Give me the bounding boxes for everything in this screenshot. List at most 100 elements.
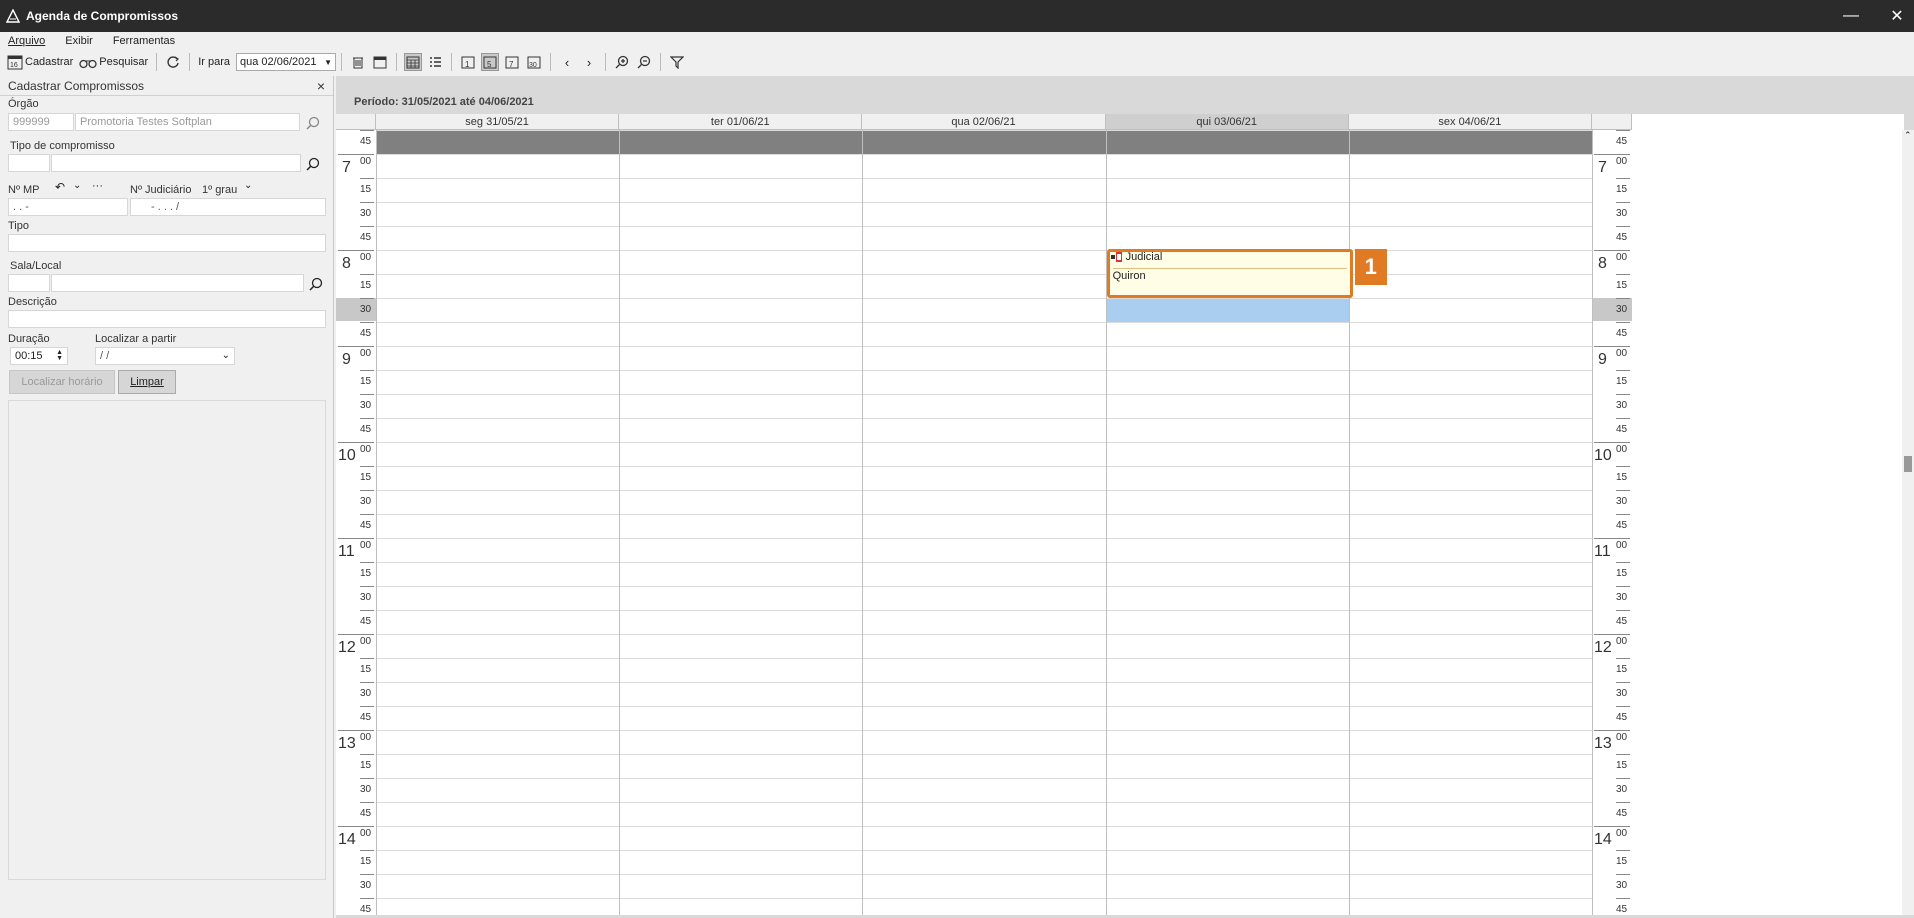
refresh-button[interactable] [164, 53, 182, 71]
undo-icon[interactable]: ↶ [55, 180, 65, 194]
search-icon[interactable] [309, 277, 323, 291]
day-header[interactable]: seg 31/05/21 [376, 114, 620, 130]
tipo-compromisso-code-field[interactable] [8, 154, 50, 172]
annotation-badge: 1 [1354, 249, 1387, 285]
spin-icon[interactable]: ▲ ▼ [56, 349, 63, 362]
time-slot-label: 45 [1592, 226, 1632, 250]
time-slot-label: 15 [336, 466, 376, 490]
chevron-up-icon[interactable]: ⌃ [1904, 130, 1912, 141]
workweek-calendar-icon: 5 [483, 56, 497, 69]
trash-button[interactable] [349, 53, 367, 71]
slot-line [376, 802, 1592, 803]
tipo-field[interactable] [8, 234, 326, 252]
filter-button[interactable] [668, 53, 686, 71]
chevron-down-icon[interactable]: ⌄ [244, 180, 252, 191]
search-icon[interactable] [306, 157, 320, 171]
previous-button[interactable]: ‹ [558, 53, 576, 71]
minute-separator [1616, 754, 1630, 755]
localizar-partir-field[interactable]: / / ⌄ [95, 347, 235, 365]
svg-text:16: 16 [10, 62, 18, 69]
minute-label: 00 [1616, 348, 1628, 359]
time-slot-label: 12 00 [1592, 634, 1632, 658]
descricao-field[interactable] [8, 310, 326, 328]
slot-line [376, 874, 1592, 875]
zoom-out-button[interactable] [635, 53, 653, 71]
chevron-down-icon[interactable]: ⌄ [222, 350, 230, 362]
day-view-button[interactable]: 1 [459, 53, 477, 71]
limpar-button[interactable]: Limpar [118, 370, 176, 394]
minute-label: 15 [360, 664, 372, 675]
search-icon[interactable] [306, 116, 320, 130]
minimize-button[interactable]: — [1828, 0, 1874, 32]
orgao-name-field[interactable]: Promotoria Testes Softplan [75, 113, 300, 131]
minute-label: 45 [1616, 904, 1628, 915]
workweek-view-button[interactable]: 5 [481, 53, 500, 71]
njudiciario-field[interactable]: - . . . / [130, 198, 326, 216]
hour-separator [338, 826, 374, 827]
hour-label: 10 [338, 447, 356, 464]
month-grid-view-button[interactable] [404, 53, 423, 71]
minute-label: 15 [360, 376, 372, 387]
slot-line [376, 562, 1592, 563]
minute-separator [360, 370, 374, 371]
chevron-down-icon[interactable]: ⌄ [73, 180, 81, 191]
pesquisar-button[interactable]: Pesquisar [76, 52, 151, 72]
slot-line [376, 754, 1592, 755]
day-header[interactable]: sex 04/06/21 [1348, 114, 1592, 130]
more-icon[interactable]: ··· [92, 180, 103, 192]
time-slot-label: 30 [1592, 586, 1632, 610]
minute-label: 30 [360, 400, 372, 411]
calendar-view-button[interactable] [371, 53, 389, 71]
day-header[interactable]: qua 02/06/21 [862, 114, 1106, 130]
month-view-button[interactable]: 30 [525, 53, 543, 71]
panel-close-icon[interactable]: × [317, 78, 325, 94]
cadastrar-button[interactable]: 16 Cadastrar [4, 52, 76, 72]
menu-ferramentas[interactable]: Ferramentas [109, 35, 179, 47]
day-header[interactable]: ter 01/06/21 [619, 114, 863, 130]
date-picker[interactable]: qua 02/06/2021 ▼ [236, 53, 337, 71]
minute-separator [360, 298, 374, 299]
close-window-button[interactable]: ✕ [1874, 0, 1914, 32]
ir-para-label: Ir para [198, 56, 231, 68]
localizar-horario-button[interactable]: Localizar horário [9, 370, 115, 394]
scrollbar-thumb[interactable] [1904, 456, 1912, 472]
minute-separator [1616, 514, 1630, 515]
minute-label: 15 [1616, 184, 1628, 195]
sala-field[interactable] [51, 274, 304, 292]
minute-label: 00 [1616, 732, 1628, 743]
minute-label: 00 [360, 636, 372, 647]
column-line [1592, 130, 1593, 915]
zoom-in-button[interactable] [613, 53, 631, 71]
event-card[interactable]: Judicial Quiron [1106, 249, 1353, 298]
minute-label: 30 [1616, 880, 1628, 891]
time-slot-label: 45 [336, 802, 376, 826]
orgao-code-field[interactable]: 999999 [8, 113, 74, 131]
next-button[interactable]: › [580, 53, 598, 71]
hour-label: 14 [338, 831, 356, 848]
menu-exibir[interactable]: Exibir [61, 35, 97, 47]
selected-slot[interactable] [1106, 299, 1349, 322]
time-slot-label: 30 [336, 202, 376, 226]
vertical-scrollbar[interactable]: ⌃ [1902, 130, 1914, 915]
minute-separator [360, 274, 374, 275]
toolbar-separator [451, 53, 453, 71]
hour-label: 10 [1594, 447, 1612, 464]
minute-separator [360, 610, 374, 611]
day-header[interactable]: qui 03/06/21 [1105, 114, 1349, 130]
week-view-button[interactable]: 7 [503, 53, 521, 71]
time-slot-label: 11 00 [336, 538, 376, 562]
tipo-compromisso-field[interactable] [51, 154, 301, 172]
column-line [1348, 130, 1350, 915]
minute-separator [1616, 274, 1630, 275]
nmp-field[interactable]: . . - [8, 198, 128, 216]
time-slot-label: 15 [1592, 658, 1632, 682]
sala-code-field[interactable] [8, 274, 50, 292]
toolbar: 16 Cadastrar Pesquisar Ir para qua 02/06… [0, 50, 1914, 74]
hour-separator [338, 730, 374, 731]
minute-separator [1616, 178, 1630, 179]
time-slot-label: 30 [1592, 202, 1632, 226]
menu-arquivo[interactable]: Arquivo [4, 35, 49, 47]
minute-label: 00 [360, 156, 372, 167]
list-view-button[interactable] [426, 53, 444, 71]
duracao-stepper[interactable]: 00:15 ▲ ▼ [10, 347, 68, 365]
